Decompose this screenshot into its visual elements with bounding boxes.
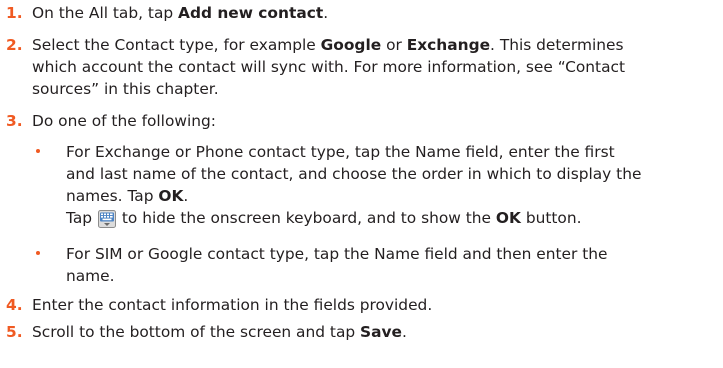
bullet-line: For Exchange or Phone contact type, tap … [66,143,615,161]
step-text-part: Select the Contact type, for example [32,36,321,54]
instructions-document: 1. On the All tab, tap Add new contact . … [0,0,723,368]
bullet-dot [36,149,40,153]
step-text: Do one of the following: [32,112,216,130]
step-text-part: On the All tab, tap [32,4,179,22]
step-text-part: . This determines [490,36,624,54]
bullet-text-part: to hide the onscreen keyboard, and to sh… [116,209,496,227]
step-number: 1. [6,4,23,22]
step-text-part: . [323,4,329,22]
bullet-text-part: button. [520,209,582,227]
bullet-text-bold: OK [495,209,521,227]
bullet-text: For Exchange or Phone contact type, tap … [66,141,718,229]
bullet-line: Tap to hide the onscreen keyboard, and t… [66,207,718,229]
step-number: 5. [6,323,23,341]
step-number: 4. [6,296,23,314]
step-text-bold: Google [320,36,382,54]
step-text: Select the Contact type, for example Goo… [32,34,718,100]
step-text-bold: Add new contact [178,4,324,22]
bullet-line: and last name of the contact, and choose… [66,165,642,183]
step-number: 2. [6,36,23,54]
bullet-text: For SIM or Google contact type, tap the … [66,243,718,287]
bullet-line: name. [66,267,115,285]
bullet-line: names. Tap OK. [66,185,718,207]
bullet-dot [36,251,40,255]
step-text: Scroll to the bottom of the screen and t… [32,321,718,343]
bullet-text-part: Tap [66,209,97,227]
step-text-part: Scroll to the bottom of the screen and t… [32,323,361,341]
step-number: 3. [6,112,23,130]
keyboard-icon [97,210,116,228]
step-text: On the All tab, tap Add new contact. [32,2,718,24]
bullet-line: For SIM or Google contact type, tap the … [66,245,608,263]
step-text: Enter the contact information in the fie… [32,296,433,314]
bullet-text-bold: OK [158,187,184,205]
step-line: Select the Contact type, for example Goo… [32,34,718,56]
step-text-bold: Save [360,323,402,341]
bullet-text-part: names. Tap [66,187,159,205]
step-text-bold: Exchange [406,36,491,54]
step-text-part: or [381,36,407,54]
step-text-part: . [402,323,407,341]
step-line: which account the contact will sync with… [32,58,626,76]
bullet-text-part: . [183,187,189,205]
step-line: sources” in this chapter. [32,80,219,98]
